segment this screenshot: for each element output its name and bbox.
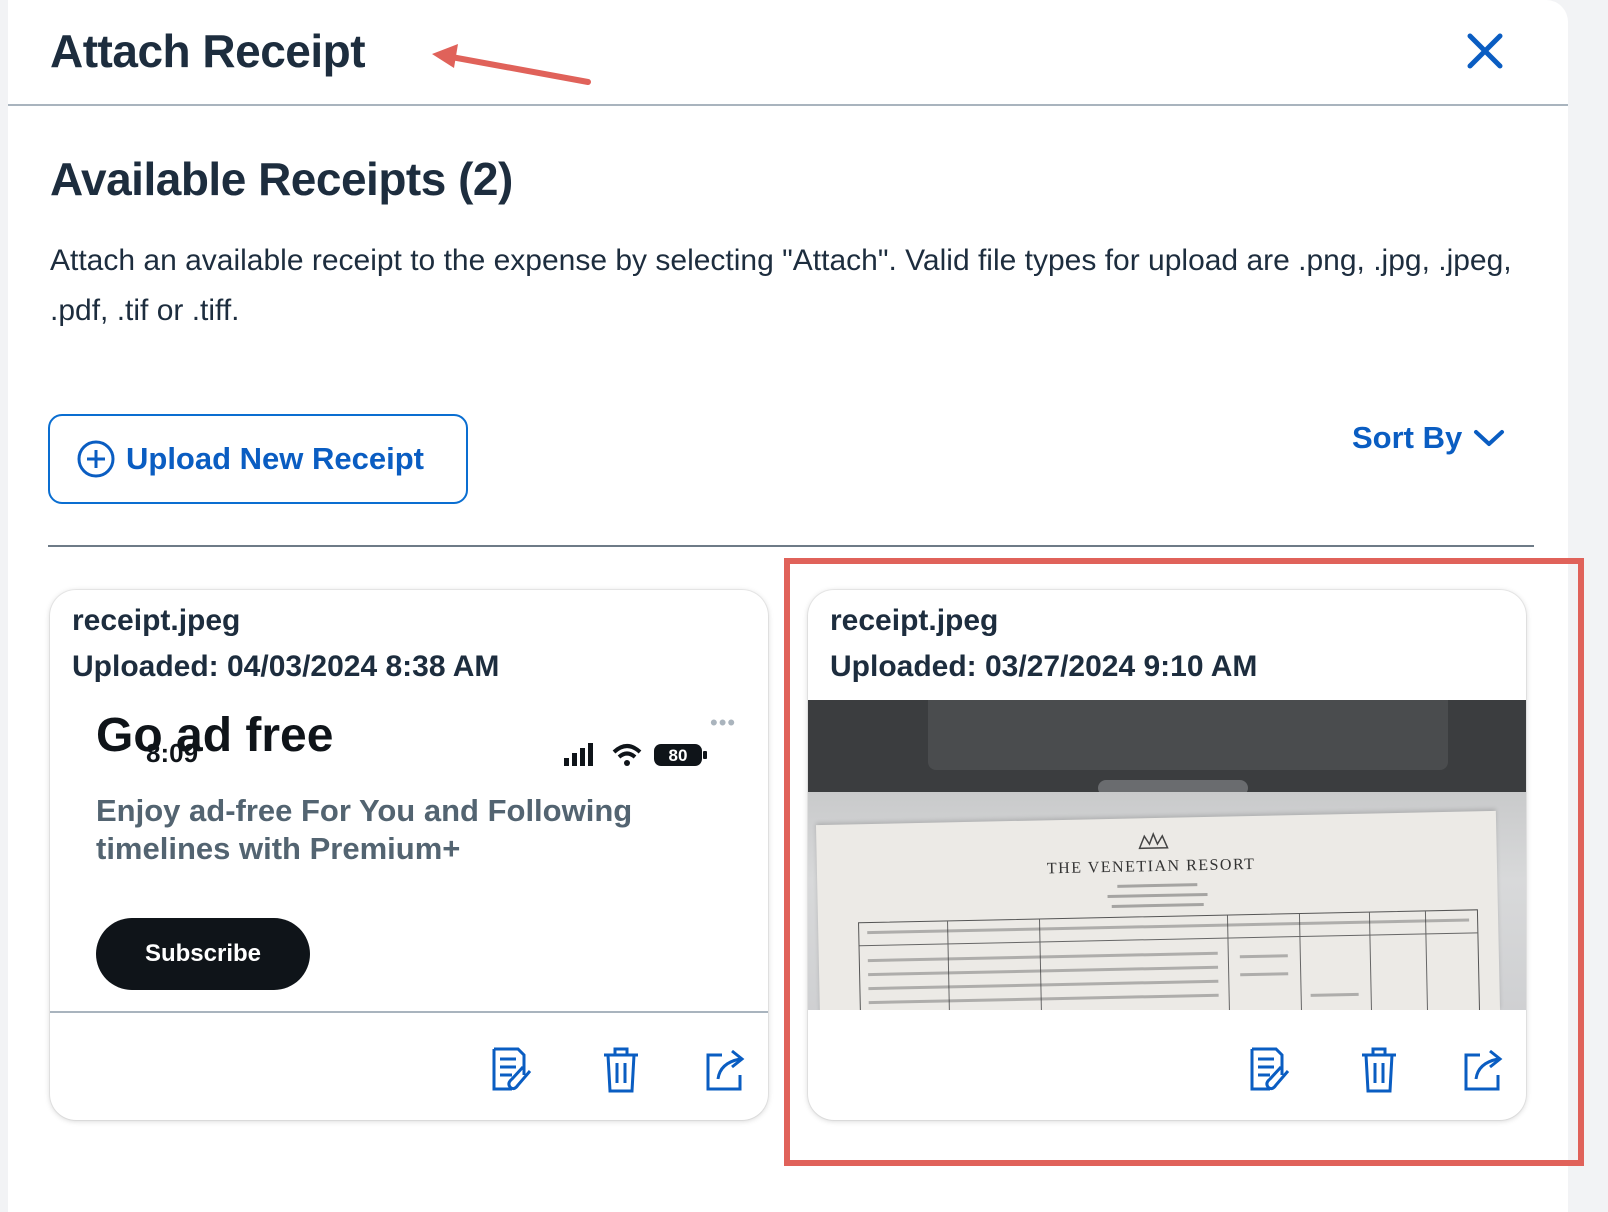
receipt-card[interactable]: receipt.jpeg Uploaded: 03/27/2024 9:10 A…	[808, 590, 1526, 1120]
chevron-down-icon	[1474, 430, 1505, 446]
card-actions	[808, 1045, 1526, 1095]
ad-headline: Go ad free	[96, 709, 334, 762]
open-external-button[interactable]	[1460, 1045, 1506, 1095]
upload-new-receipt-button[interactable]: Upload New Receipt	[48, 414, 468, 504]
section-divider	[48, 545, 1534, 547]
close-button[interactable]	[1462, 28, 1508, 74]
resort-name: THE VENETIAN RESORT	[1046, 855, 1256, 878]
card-divider	[808, 1011, 1526, 1013]
plus-circle-icon	[77, 440, 115, 478]
attach-receipt-icon	[1250, 1047, 1290, 1091]
section-description: Attach an available receipt to the expen…	[50, 244, 1512, 327]
receipt-upload-date: Uploaded: 03/27/2024 9:10 AM	[830, 650, 1258, 683]
annotation-arrow	[432, 44, 591, 85]
dialog-header: Attach Receipt	[8, 0, 1568, 106]
receipt-file-name: receipt.jpeg	[72, 604, 241, 637]
attach-receipt-button[interactable]	[490, 1045, 536, 1095]
address-line	[1111, 903, 1204, 908]
phone-status-icons: 80	[564, 743, 707, 766]
open-external-icon	[706, 1049, 745, 1091]
more-dots-icon: •••	[710, 710, 737, 735]
laptop-lid	[928, 700, 1448, 770]
delete-icon	[1362, 1047, 1396, 1093]
sort-by-button[interactable]: Sort By	[1352, 420, 1506, 456]
receipt-preview-image[interactable]: Go ad free 8:09 80 ••• Enjoy ad-free For…	[50, 700, 768, 1010]
card-actions	[50, 1045, 768, 1095]
receipt-upload-date: Uploaded: 04/03/2024 8:38 AM	[72, 650, 500, 683]
delete-button[interactable]	[1356, 1045, 1402, 1095]
close-icon	[1467, 33, 1503, 69]
dialog-title: Attach Receipt	[50, 25, 366, 77]
attach-receipt-dialog: Attach Receipt Available Receipts (2) At…	[8, 0, 1584, 1212]
delete-icon	[604, 1047, 638, 1093]
sort-by-label: Sort By	[1352, 420, 1463, 455]
open-external-button[interactable]	[702, 1045, 748, 1095]
address-line	[1117, 883, 1198, 888]
receipt-table	[858, 909, 1481, 1010]
delete-button[interactable]	[598, 1045, 644, 1095]
receipt-photo: THE VENETIAN RESORT	[808, 700, 1526, 1010]
subscribe-button: Subscribe	[96, 918, 310, 990]
receipt-preview-image[interactable]: THE VENETIAN RESORT	[808, 700, 1526, 1010]
open-external-icon	[1464, 1049, 1503, 1091]
ad-screenshot: Go ad free 8:09 80 ••• Enjoy ad-free For…	[50, 700, 768, 1010]
card-divider	[50, 1011, 768, 1013]
receipt-paper: THE VENETIAN RESORT	[815, 810, 1501, 1010]
phone-clock: 8:09	[146, 738, 199, 768]
battery-level: 80	[669, 746, 688, 765]
ad-subtext: Enjoy ad-free For You and Following time…	[96, 793, 633, 866]
section-title: Available Receipts (2)	[50, 153, 513, 205]
resort-crest-icon	[1138, 832, 1169, 850]
attach-receipt-button[interactable]	[1248, 1045, 1294, 1095]
attach-receipt-icon	[492, 1047, 532, 1091]
upload-button-label: Upload New Receipt	[126, 441, 424, 476]
receipt-file-name: receipt.jpeg	[830, 604, 999, 637]
receipt-card[interactable]: receipt.jpeg Uploaded: 04/03/2024 8:38 A…	[50, 590, 768, 1120]
address-line	[1107, 892, 1208, 899]
